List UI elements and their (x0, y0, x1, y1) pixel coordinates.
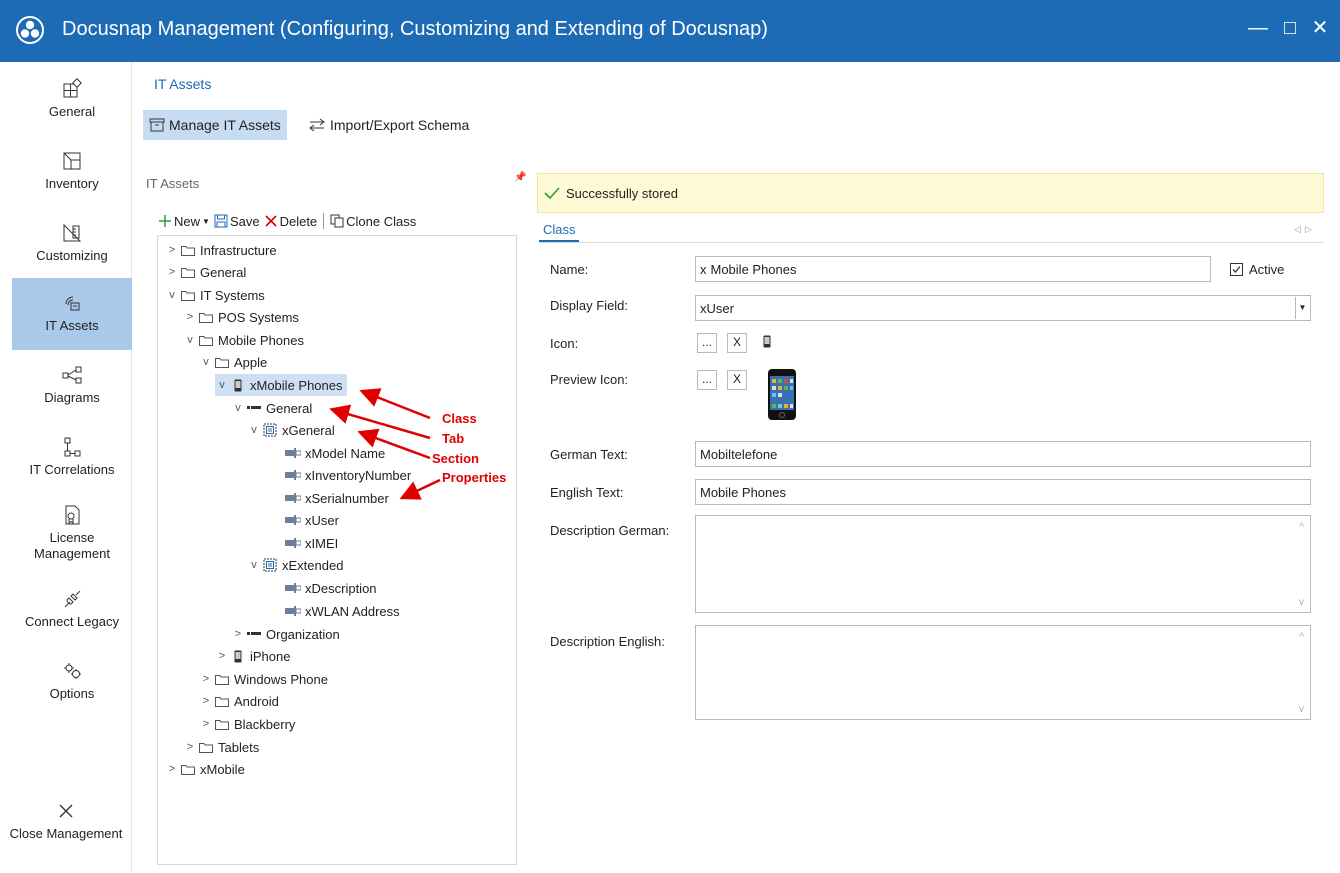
icon-label: Icon: (550, 336, 579, 351)
active-checkbox[interactable]: Active (1230, 262, 1284, 277)
annotation-section: Section (432, 451, 479, 466)
checkmark-icon (544, 187, 560, 199)
display-field-select[interactable]: xUser ▼ (695, 295, 1311, 321)
annotation-class: Class (442, 411, 477, 426)
status-text: Successfully stored (566, 185, 678, 201)
description-english-textarea[interactable]: ^ v (695, 625, 1311, 720)
icon-clear-button[interactable]: X (727, 333, 747, 353)
name-value: Mobile Phones (710, 261, 797, 277)
english-text-label: English Text: (550, 485, 624, 500)
status-message: Successfully stored (537, 173, 1324, 213)
description-german-label: Description German: (550, 523, 670, 538)
preview-icon-clear-button[interactable]: X (727, 370, 747, 390)
active-label: Active (1249, 262, 1285, 277)
name-input[interactable]: x Mobile Phones (695, 256, 1211, 282)
tab-divider (539, 242, 1324, 243)
annotation-properties: Properties (442, 470, 507, 485)
annotation-arrows (329, 388, 441, 500)
scroll-up-icon[interactable]: ^ (1299, 632, 1304, 643)
german-text-label: German Text: (550, 447, 628, 462)
scroll-up-icon[interactable]: ^ (1299, 522, 1304, 533)
checkbox-checked-icon (1230, 263, 1243, 276)
display-field-value: xUser (700, 300, 734, 316)
iphone-preview-icon (768, 369, 796, 420)
preview-icon-browse-button[interactable]: ... (697, 370, 717, 390)
annotation-tab: Tab (442, 431, 465, 446)
description-german-textarea[interactable]: ^ v (695, 515, 1311, 613)
preview-icon-label: Preview Icon: (550, 372, 629, 387)
scroll-down-icon[interactable]: v (1299, 597, 1304, 608)
dropdown-arrow-icon[interactable]: ▼ (1295, 297, 1309, 319)
scroll-down-icon[interactable]: v (1299, 704, 1304, 715)
icon-browse-button[interactable]: ... (697, 333, 717, 353)
tab-class[interactable]: Class (539, 220, 579, 242)
name-label: Name: (550, 262, 589, 277)
mobile-phone-icon (763, 335, 771, 348)
tab-scroll-arrows[interactable]: ◁▷ (1294, 224, 1316, 235)
name-prefix: x (700, 261, 707, 277)
german-text-input[interactable]: Mobiltelefone (695, 441, 1311, 467)
description-english-label: Description English: (550, 634, 665, 649)
english-text-input[interactable]: Mobile Phones (695, 479, 1311, 505)
display-field-label: Display Field: (550, 298, 629, 313)
